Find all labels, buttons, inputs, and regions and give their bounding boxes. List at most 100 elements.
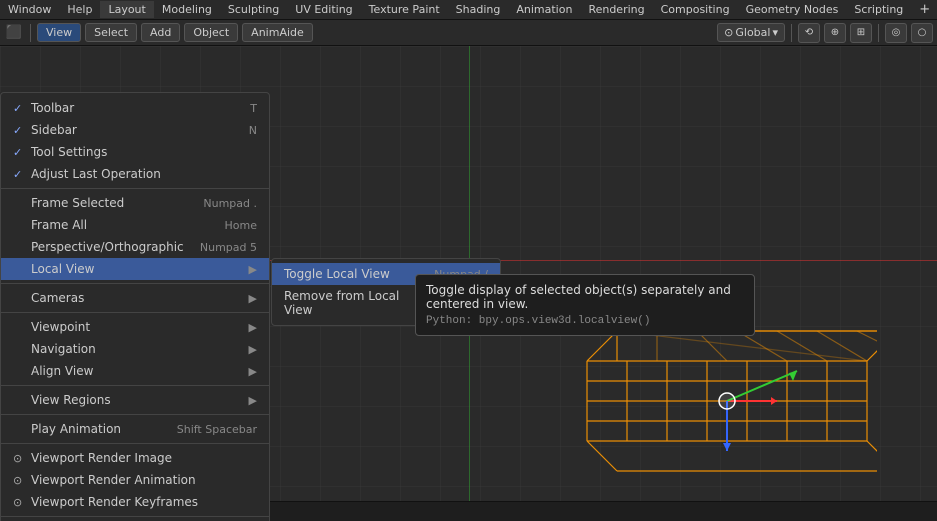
menu-item-toolbar[interactable]: ✓ Toolbar T xyxy=(1,97,269,119)
menu-help[interactable]: Help xyxy=(59,1,100,18)
remove-from-local-view-label: Remove from Local View xyxy=(284,289,416,317)
align-view-arrow: ▶ xyxy=(249,365,257,378)
top-menu-bar: Window Help Layout Modeling Sculpting UV… xyxy=(0,0,937,20)
sidebar-label: Sidebar xyxy=(31,123,241,137)
select-label: Select xyxy=(94,26,128,39)
menu-item-viewport-render-keyframes[interactable]: ⊙ Viewport Render Keyframes xyxy=(1,491,269,513)
menu-item-cameras[interactable]: Cameras ▶ xyxy=(1,287,269,309)
navigation-arrow: ▶ xyxy=(249,343,257,356)
proportional-icon-btn[interactable]: ○ xyxy=(911,23,933,43)
divider-3 xyxy=(1,312,269,313)
menu-item-sidebar[interactable]: ✓ Sidebar N xyxy=(1,119,269,141)
tool-settings-label: Tool Settings xyxy=(31,145,249,159)
menu-item-frame-selected[interactable]: Frame Selected Numpad . xyxy=(1,192,269,214)
menu-item-tool-settings[interactable]: ✓ Tool Settings xyxy=(1,141,269,163)
vp-render-animation-icon: ⊙ xyxy=(13,474,27,487)
menu-view-button[interactable]: View xyxy=(37,23,81,42)
cameras-arrow: ▶ xyxy=(249,292,257,305)
toolbar-checkmark: ✓ xyxy=(13,102,27,115)
local-view-arrow: ▶ xyxy=(249,263,257,276)
gizmo-icon-btn[interactable]: ⊞ xyxy=(850,23,872,43)
viewport-shading-dropdown[interactable]: ⊙ Global ▾ xyxy=(717,23,785,42)
menu-item-frame-all[interactable]: Frame All Home xyxy=(1,214,269,236)
menu-sculpting[interactable]: Sculpting xyxy=(220,1,287,18)
menu-item-view-regions[interactable]: View Regions ▶ xyxy=(1,389,269,411)
toolbar-shortcut: T xyxy=(250,102,257,115)
divider-2 xyxy=(1,283,269,284)
add-workspace-button[interactable]: + xyxy=(911,0,937,19)
menu-item-navigation[interactable]: Navigation ▶ xyxy=(1,338,269,360)
tooltip-code: Python: bpy.ops.view3d.localview() xyxy=(426,315,744,327)
adjust-checkmark: ✓ xyxy=(13,168,27,181)
menu-shading[interactable]: Shading xyxy=(448,1,509,18)
toolbar-label: Toolbar xyxy=(31,101,242,115)
menu-select-button[interactable]: Select xyxy=(85,23,137,42)
menu-item-local-view[interactable]: Local View ▶ Toggle Local View Numpad / … xyxy=(1,258,269,280)
menu-scripting[interactable]: Scripting xyxy=(846,1,911,18)
frame-selected-label: Frame Selected xyxy=(31,196,195,210)
shading-icon: ⊙ xyxy=(724,26,733,39)
view-regions-label: View Regions xyxy=(31,393,245,407)
sidebar-shortcut: N xyxy=(249,124,257,137)
adjust-label: Adjust Last Operation xyxy=(31,167,249,181)
divider-1 xyxy=(1,188,269,189)
menu-item-perspective[interactable]: Perspective/Orthographic Numpad 5 xyxy=(1,236,269,258)
object-label: Object xyxy=(193,26,229,39)
view-dropdown-menu: ✓ Toolbar T ✓ Sidebar N ✓ Tool Settings … xyxy=(0,92,270,521)
menu-item-viewport-render-image[interactable]: ⊙ Viewport Render Image xyxy=(1,447,269,469)
menu-item-align-view[interactable]: Align View ▶ xyxy=(1,360,269,382)
vp-render-keyframes-label: Viewport Render Keyframes xyxy=(31,495,257,509)
chevron-down-icon: ▾ xyxy=(772,26,778,39)
view-label: View xyxy=(46,26,72,39)
menu-item-viewport-render-animation[interactable]: ⊙ Viewport Render Animation xyxy=(1,469,269,491)
toolbar-separator-2 xyxy=(791,24,792,42)
toggle-local-view-label: Toggle Local View xyxy=(284,267,434,281)
animaide-label: AnimAide xyxy=(251,26,304,39)
menu-texture-paint[interactable]: Texture Paint xyxy=(361,1,448,18)
editor-type-button[interactable]: ⬛ xyxy=(4,23,24,43)
overlay-icon-btn[interactable]: ⊕ xyxy=(824,23,846,43)
tooltip: Toggle display of selected object(s) sep… xyxy=(415,274,755,336)
play-animation-shortcut: Shift Spacebar xyxy=(177,423,257,436)
menu-item-play-animation[interactable]: Play Animation Shift Spacebar xyxy=(1,418,269,440)
viewpoint-label: Viewpoint xyxy=(31,320,245,334)
frame-all-label: Frame All xyxy=(31,218,217,232)
vp-render-image-icon: ⊙ xyxy=(13,452,27,465)
align-view-label: Align View xyxy=(31,364,245,378)
view-regions-arrow: ▶ xyxy=(249,394,257,407)
toolbar-separator-3 xyxy=(878,24,879,42)
menu-item-viewpoint[interactable]: Viewpoint ▶ xyxy=(1,316,269,338)
shading-label: Global xyxy=(735,26,770,39)
tool-settings-checkmark: ✓ xyxy=(13,146,27,159)
menu-layout[interactable]: Layout xyxy=(100,1,153,18)
menu-item-adjust-last-operation[interactable]: ✓ Adjust Last Operation xyxy=(1,163,269,185)
menu-compositing[interactable]: Compositing xyxy=(653,1,738,18)
frame-selected-shortcut: Numpad . xyxy=(203,197,257,210)
menu-window[interactable]: Window xyxy=(0,1,59,18)
vp-render-keyframes-icon: ⊙ xyxy=(13,496,27,509)
sync-icon-btn[interactable]: ⟲ xyxy=(798,23,820,43)
viewport-area[interactable]: ✓ Toolbar T ✓ Sidebar N ✓ Tool Settings … xyxy=(0,46,937,521)
menu-object-button[interactable]: Object xyxy=(184,23,238,42)
menu-modeling[interactable]: Modeling xyxy=(154,1,220,18)
play-animation-label: Play Animation xyxy=(31,422,169,436)
menu-animation[interactable]: Animation xyxy=(508,1,580,18)
editor-type-icon: ⬛ xyxy=(6,25,22,40)
menu-add-button[interactable]: Add xyxy=(141,23,180,42)
divider-7 xyxy=(1,516,269,517)
menu-animaide-button[interactable]: AnimAide xyxy=(242,23,313,42)
menu-geometry-nodes[interactable]: Geometry Nodes xyxy=(738,1,847,18)
wireframe-object xyxy=(577,321,877,481)
tooltip-title: Toggle display of selected object(s) sep… xyxy=(426,283,744,311)
sidebar-checkmark: ✓ xyxy=(13,124,27,137)
divider-5 xyxy=(1,414,269,415)
local-view-label: Local View xyxy=(31,262,245,276)
menu-rendering[interactable]: Rendering xyxy=(580,1,652,18)
divider-4 xyxy=(1,385,269,386)
perspective-shortcut: Numpad 5 xyxy=(200,241,257,254)
add-label: Add xyxy=(150,26,171,39)
toolbar-separator-1 xyxy=(30,24,31,42)
snap-icon-btn[interactable]: ◎ xyxy=(885,23,907,43)
menu-uv-editing[interactable]: UV Editing xyxy=(287,1,360,18)
navigation-label: Navigation xyxy=(31,342,245,356)
